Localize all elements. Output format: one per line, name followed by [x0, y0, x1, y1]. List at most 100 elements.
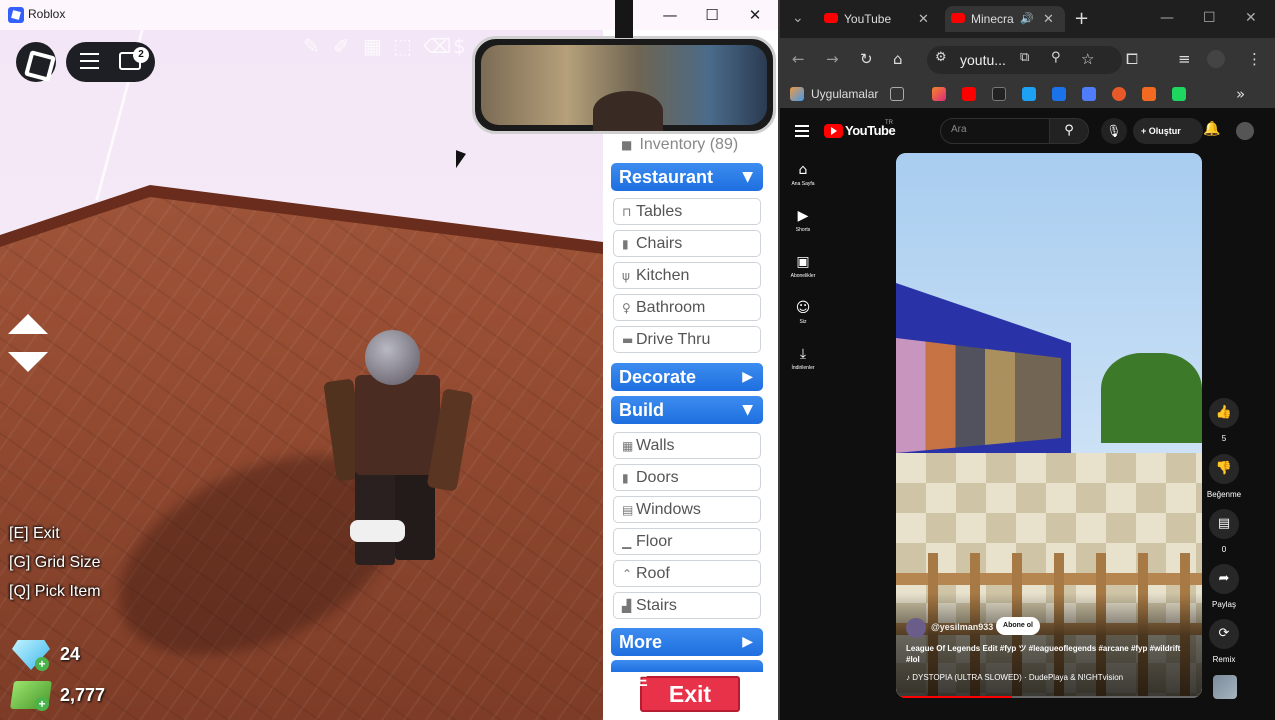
item-bathroom[interactable]: ♀ Bathroom	[613, 294, 761, 321]
extensions-icon[interactable]: ⧠	[1126, 50, 1138, 68]
thumbs-down-icon: 👎	[1209, 454, 1239, 484]
bookmark-icon[interactable]	[1082, 87, 1096, 101]
youtube-bookmark-icon[interactable]	[962, 87, 976, 101]
sidebar-label: Siz	[799, 319, 807, 325]
item-drive-thru[interactable]: ▬ Drive Thru	[613, 326, 761, 353]
category-partial[interactable]	[611, 660, 763, 672]
delete-tool-icon[interactable]: ⌫	[423, 34, 451, 58]
avatar-left-leg	[355, 470, 395, 565]
item-chairs[interactable]: ▮ Chairs	[613, 230, 761, 257]
zoom-icon[interactable]: ⚲	[1051, 50, 1061, 65]
bookmark-icon[interactable]	[1022, 87, 1036, 101]
category-decorate[interactable]: Decorate ▶	[611, 363, 763, 391]
remix-button[interactable]: ⟳ Remix	[1203, 619, 1245, 664]
media-controls-icon[interactable]: ≡	[1178, 50, 1191, 68]
sidebar-item-subscriptions[interactable]: ▣ Abonelikler	[783, 254, 823, 279]
minimize-button[interactable]: —	[655, 4, 685, 26]
search-icon[interactable]: ⚲	[1049, 118, 1089, 144]
short-progress-bar[interactable]	[896, 696, 1202, 698]
paint-tool-icon[interactable]: ✎	[303, 34, 320, 58]
audio-playing-icon[interactable]: 🔊	[1020, 12, 1034, 25]
item-tables[interactable]: ⊓ Tables	[613, 198, 761, 225]
microphone-icon[interactable]: 🎙	[1101, 118, 1127, 144]
bookmark-icon[interactable]	[992, 87, 1006, 101]
roblox-menu-button[interactable]	[16, 42, 56, 82]
chrome-menu-icon[interactable]: ⋮	[1247, 50, 1262, 68]
maximize-button[interactable]: ☐	[697, 4, 727, 26]
item-stairs[interactable]: ▟ Stairs	[613, 592, 761, 619]
youtube-search-placeholder[interactable]: Ara	[951, 124, 967, 135]
comments-button[interactable]: ▤ 0	[1203, 509, 1245, 554]
share-icon: ➦	[1209, 564, 1239, 594]
youtube-avatar[interactable]	[1236, 122, 1254, 140]
close-button[interactable]: ✕	[1245, 10, 1257, 26]
reload-icon[interactable]: ↻	[860, 50, 873, 68]
share-button[interactable]: ➦ Paylaş	[1203, 564, 1245, 609]
category-restaurant[interactable]: Restaurant ▼	[611, 163, 763, 191]
bookmark-apps-label[interactable]: Uygulamalar	[811, 87, 878, 101]
audio-source-thumbnail[interactable]	[1213, 675, 1237, 699]
close-tab-icon[interactable]: ✕	[1043, 12, 1054, 27]
eyedropper-tool-icon[interactable]: ✐	[333, 34, 350, 58]
item-kitchen[interactable]: ψ Kitchen	[613, 262, 761, 289]
new-tab-icon[interactable]: +	[1074, 8, 1089, 29]
buy-cash-button[interactable]: +	[35, 697, 49, 711]
roblox-window: Roblox — ☐ ✕ 2 ✎ ✐ ▦ ⬚ ⌫ $ [E] Exit [G] …	[0, 0, 778, 720]
apps-grid-icon[interactable]	[790, 87, 804, 101]
category-more[interactable]: More ▶	[611, 628, 763, 656]
channel-avatar[interactable]	[906, 618, 926, 638]
site-info-icon[interactable]: ⚙	[935, 50, 947, 65]
bookmark-star-icon[interactable]: ☆	[1081, 50, 1094, 68]
sidebar-item-you[interactable]: ☺ Siz	[783, 300, 823, 325]
maximize-button[interactable]: ☐	[1203, 10, 1216, 26]
category-build[interactable]: Build ▼	[611, 396, 763, 424]
channel-name[interactable]: @yesilman933	[931, 622, 993, 632]
open-in-app-icon[interactable]: ⧉	[1020, 50, 1029, 65]
sidebar-item-shorts[interactable]: ▶ Shorts	[783, 208, 823, 233]
item-walls[interactable]: ▦ Walls	[613, 432, 761, 459]
forward-icon[interactable]: →	[826, 50, 839, 68]
youtube-menu-icon[interactable]	[795, 125, 809, 140]
item-floor[interactable]: ▁ Floor	[613, 528, 761, 555]
sell-tool-icon[interactable]: $	[453, 34, 466, 58]
move-tool-icon[interactable]: ⬚	[393, 34, 412, 58]
item-windows[interactable]: ▤ Windows	[613, 496, 761, 523]
instagram-bookmark-icon[interactable]	[932, 87, 946, 101]
exit-button[interactable]: Exit	[640, 676, 740, 712]
create-button[interactable]: + Oluştur	[1133, 118, 1203, 144]
inventory-button[interactable]: ■ Inventory (89)	[613, 132, 761, 159]
camera-down-icon[interactable]	[8, 352, 48, 372]
sidebar-item-downloads[interactable]: ⤓ İndirilenler	[783, 346, 823, 371]
back-icon[interactable]: ←	[792, 50, 805, 68]
sidebar-item-home[interactable]: ⌂ Ana Sayfa	[783, 162, 823, 187]
notifications-bell-icon[interactable]: 🔔	[1203, 121, 1220, 137]
buy-gems-button[interactable]: +	[35, 657, 49, 671]
short-title[interactable]: League Of Legends Edit #fyp ツ #leagueofl…	[906, 643, 1196, 665]
bookmark-icon[interactable]	[1052, 87, 1066, 101]
close-button[interactable]: ✕	[740, 4, 770, 26]
profile-avatar[interactable]	[1207, 50, 1225, 68]
bookmark-icon[interactable]	[1172, 87, 1186, 101]
bookmark-icon[interactable]	[1112, 87, 1126, 101]
item-roof[interactable]: ⌃ Roof	[613, 560, 761, 587]
video-blocks	[896, 338, 1061, 453]
tab-groups-icon[interactable]	[890, 87, 904, 101]
item-doors[interactable]: ▮ Doors	[613, 464, 761, 491]
floor-icon: ▁	[622, 535, 632, 549]
more-bookmarks-icon[interactable]: »	[1236, 85, 1245, 103]
camera-up-icon[interactable]	[8, 314, 48, 334]
minimize-button[interactable]: —	[1160, 10, 1174, 26]
grid-tool-icon[interactable]: ▦	[363, 34, 382, 58]
hamburger-menu-icon[interactable]	[80, 53, 99, 71]
subscribe-button[interactable]: Abone ol	[996, 617, 1040, 635]
short-video-player[interactable]: @yesilman933 Abone ol League Of Legends …	[896, 153, 1202, 698]
dislike-button[interactable]: 👎 Beğenme	[1203, 454, 1245, 499]
bookmark-icon[interactable]	[1142, 87, 1156, 101]
youtube-logo-icon[interactable]	[824, 124, 843, 138]
like-button[interactable]: 👍 5	[1203, 398, 1245, 443]
close-tab-icon[interactable]: ✕	[918, 12, 929, 27]
home-icon[interactable]: ⌂	[893, 50, 903, 68]
address-text[interactable]: youtu...	[960, 52, 1006, 68]
short-music[interactable]: ♪ DYSTOPIA (ULTRA SLOWED) · DudePlaya & …	[906, 673, 1196, 682]
tab-search-icon[interactable]: ⌄	[792, 10, 804, 26]
